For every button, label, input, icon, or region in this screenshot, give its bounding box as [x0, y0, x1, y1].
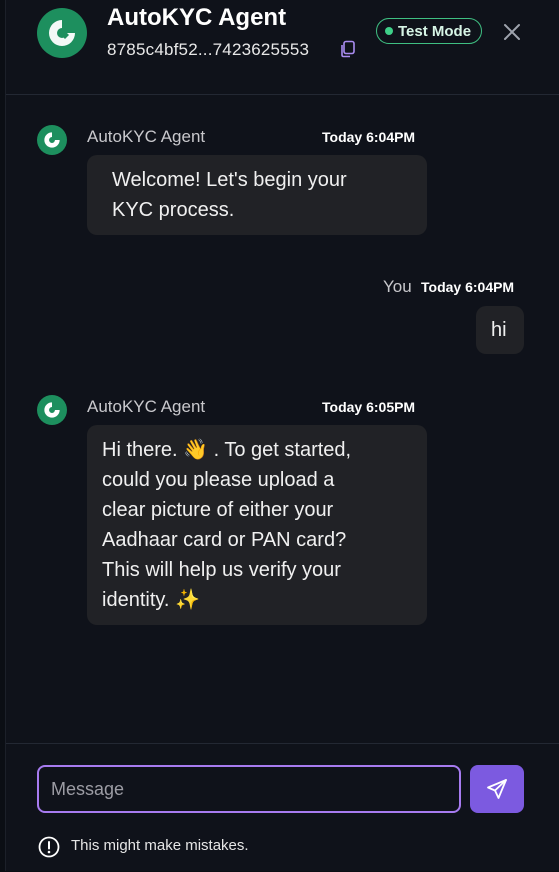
- test-mode-badge: Test Mode: [376, 18, 483, 44]
- agent-avatar-icon: [37, 395, 67, 425]
- message-time: Today 6:04PM: [322, 129, 416, 145]
- message-time: Today 6:05PM: [322, 399, 416, 415]
- session-id: 8785c4bf52...7423625553: [107, 40, 310, 59]
- chat-panel: AutoKYC Agent 8785c4bf52...7423625553 Te…: [5, 0, 559, 871]
- close-icon[interactable]: [502, 22, 522, 42]
- chat-header: AutoKYC Agent 8785c4bf52...7423625553 Te…: [6, 0, 559, 95]
- composer: This might make mistakes.: [6, 743, 559, 872]
- badge-label: Test Mode: [398, 22, 472, 40]
- disclaimer-text: This might make mistakes.: [71, 837, 249, 854]
- message-sender: You: [383, 277, 412, 296]
- agent-logo-icon: [37, 8, 87, 58]
- agent-avatar-icon: [37, 125, 67, 155]
- status-dot: [385, 27, 393, 35]
- info-icon: [38, 836, 60, 858]
- message-sender: AutoKYC Agent: [87, 127, 206, 146]
- message-input[interactable]: [37, 765, 461, 813]
- message-sender: AutoKYC Agent: [87, 397, 206, 416]
- copy-icon[interactable]: [339, 40, 357, 58]
- message-time: Today 6:04PM: [421, 279, 515, 295]
- message-bubble: hi: [476, 306, 524, 354]
- agent-title: AutoKYC Agent: [107, 4, 287, 31]
- send-button[interactable]: [470, 765, 524, 813]
- send-icon: [487, 779, 507, 799]
- message-bubble: Hi there. 👋 . To get started, could you …: [87, 425, 427, 625]
- message-bubble: Welcome! Let's begin your KYC process.: [87, 155, 427, 235]
